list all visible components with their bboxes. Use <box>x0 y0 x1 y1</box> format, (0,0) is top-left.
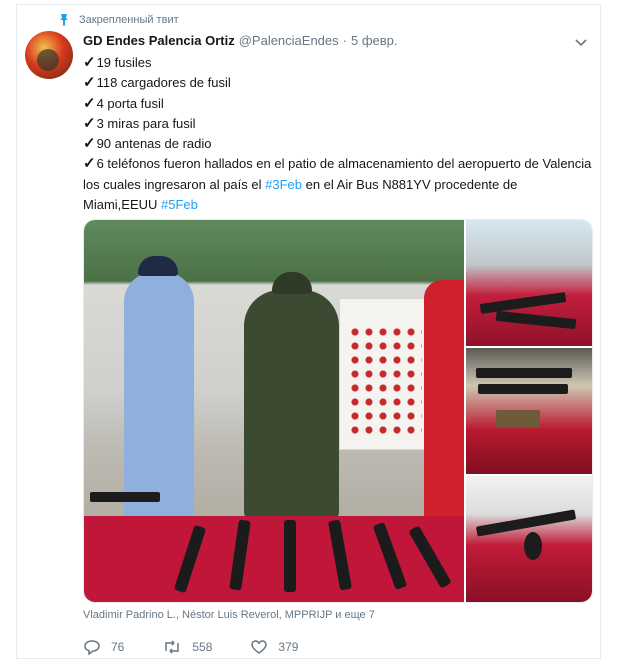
pinned-label-text: Закрепленный твит <box>79 14 179 26</box>
tweet-date[interactable]: 5 февр. <box>351 33 398 48</box>
check-icon: ✓ <box>83 94 96 112</box>
hashtag-link[interactable]: #3Feb <box>265 177 302 192</box>
reply-icon <box>83 639 101 655</box>
tweet-line-text: 19 fusiles <box>96 55 152 70</box>
tweet-line-text: 3 miras para fusil <box>96 115 196 131</box>
magazine <box>496 410 540 428</box>
tweet-actions: 76 558 379 <box>83 639 336 655</box>
check-icon: ✓ <box>83 155 96 173</box>
avatar[interactable] <box>25 31 73 79</box>
tweet-line: ✓118 cargadores de fusil <box>83 73 593 93</box>
tweet-line-text: 118 cargadores de fusil <box>96 75 231 91</box>
rifle <box>476 368 572 378</box>
like-button[interactable]: 379 <box>250 639 298 655</box>
tagged-users[interactable]: Vladimir Padrino L., Néstor Luis Reverol… <box>83 609 375 621</box>
tweet-line: ✓6 teléfonos fueron hallados en el patio… <box>83 154 593 215</box>
check-icon: ✓ <box>83 114 96 132</box>
photo-side[interactable] <box>466 348 592 474</box>
tweet-line: ✓3 miras para fusil <box>83 114 593 134</box>
rifle-scope <box>524 532 542 560</box>
rifle <box>284 520 296 592</box>
like-icon <box>250 639 268 655</box>
chevron-down-icon[interactable] <box>574 35 588 49</box>
tweet-text: ✓19 fusiles ✓118 cargadores de fusil ✓4 … <box>83 53 593 215</box>
tweet-line-text: 4 porta fusil <box>96 95 164 111</box>
person <box>424 280 464 520</box>
rifle <box>478 384 568 394</box>
reply-count: 76 <box>111 640 125 654</box>
tweet-line-text: 90 antenas de radio <box>96 136 212 152</box>
pinned-tweet-label: Закрепленный твит <box>57 13 179 27</box>
tweet-line: ✓4 porta fusil <box>83 94 593 114</box>
banner <box>339 298 431 450</box>
check-icon: ✓ <box>83 54 96 71</box>
person <box>244 272 339 520</box>
tweet-card[interactable]: Закрепленный твит GD Endes Palencia Orti… <box>16 4 601 659</box>
pin-icon <box>57 13 71 27</box>
check-icon: ✓ <box>83 135 96 153</box>
person <box>124 256 194 522</box>
photo-main[interactable] <box>84 220 464 602</box>
tweet-line: ✓90 antenas de radio <box>83 134 593 154</box>
tweet-line: ✓19 fusiles <box>83 53 593 73</box>
check-icon: ✓ <box>83 74 96 92</box>
author-handle[interactable]: @PalenciaEndes <box>239 33 339 48</box>
rifle <box>90 492 160 502</box>
header-separator: · <box>342 33 347 48</box>
rifle <box>479 292 567 314</box>
rifle <box>475 509 577 537</box>
tweet-header: GD Endes Palencia Ortiz @PalenciaEndes ·… <box>83 33 588 48</box>
rifle <box>495 310 577 330</box>
tablecloth <box>84 516 464 602</box>
tweet-media[interactable] <box>83 219 593 603</box>
hashtag-link[interactable]: #5Feb <box>161 197 198 212</box>
reply-button[interactable]: 76 <box>83 639 124 655</box>
author-name[interactable]: GD Endes Palencia Ortiz <box>83 33 235 48</box>
photo-side[interactable] <box>466 476 592 602</box>
retweet-button[interactable]: 558 <box>162 639 212 655</box>
retweet-count: 558 <box>192 640 213 654</box>
photo-side[interactable] <box>466 220 592 346</box>
like-count: 379 <box>278 640 299 654</box>
retweet-icon <box>162 639 182 655</box>
